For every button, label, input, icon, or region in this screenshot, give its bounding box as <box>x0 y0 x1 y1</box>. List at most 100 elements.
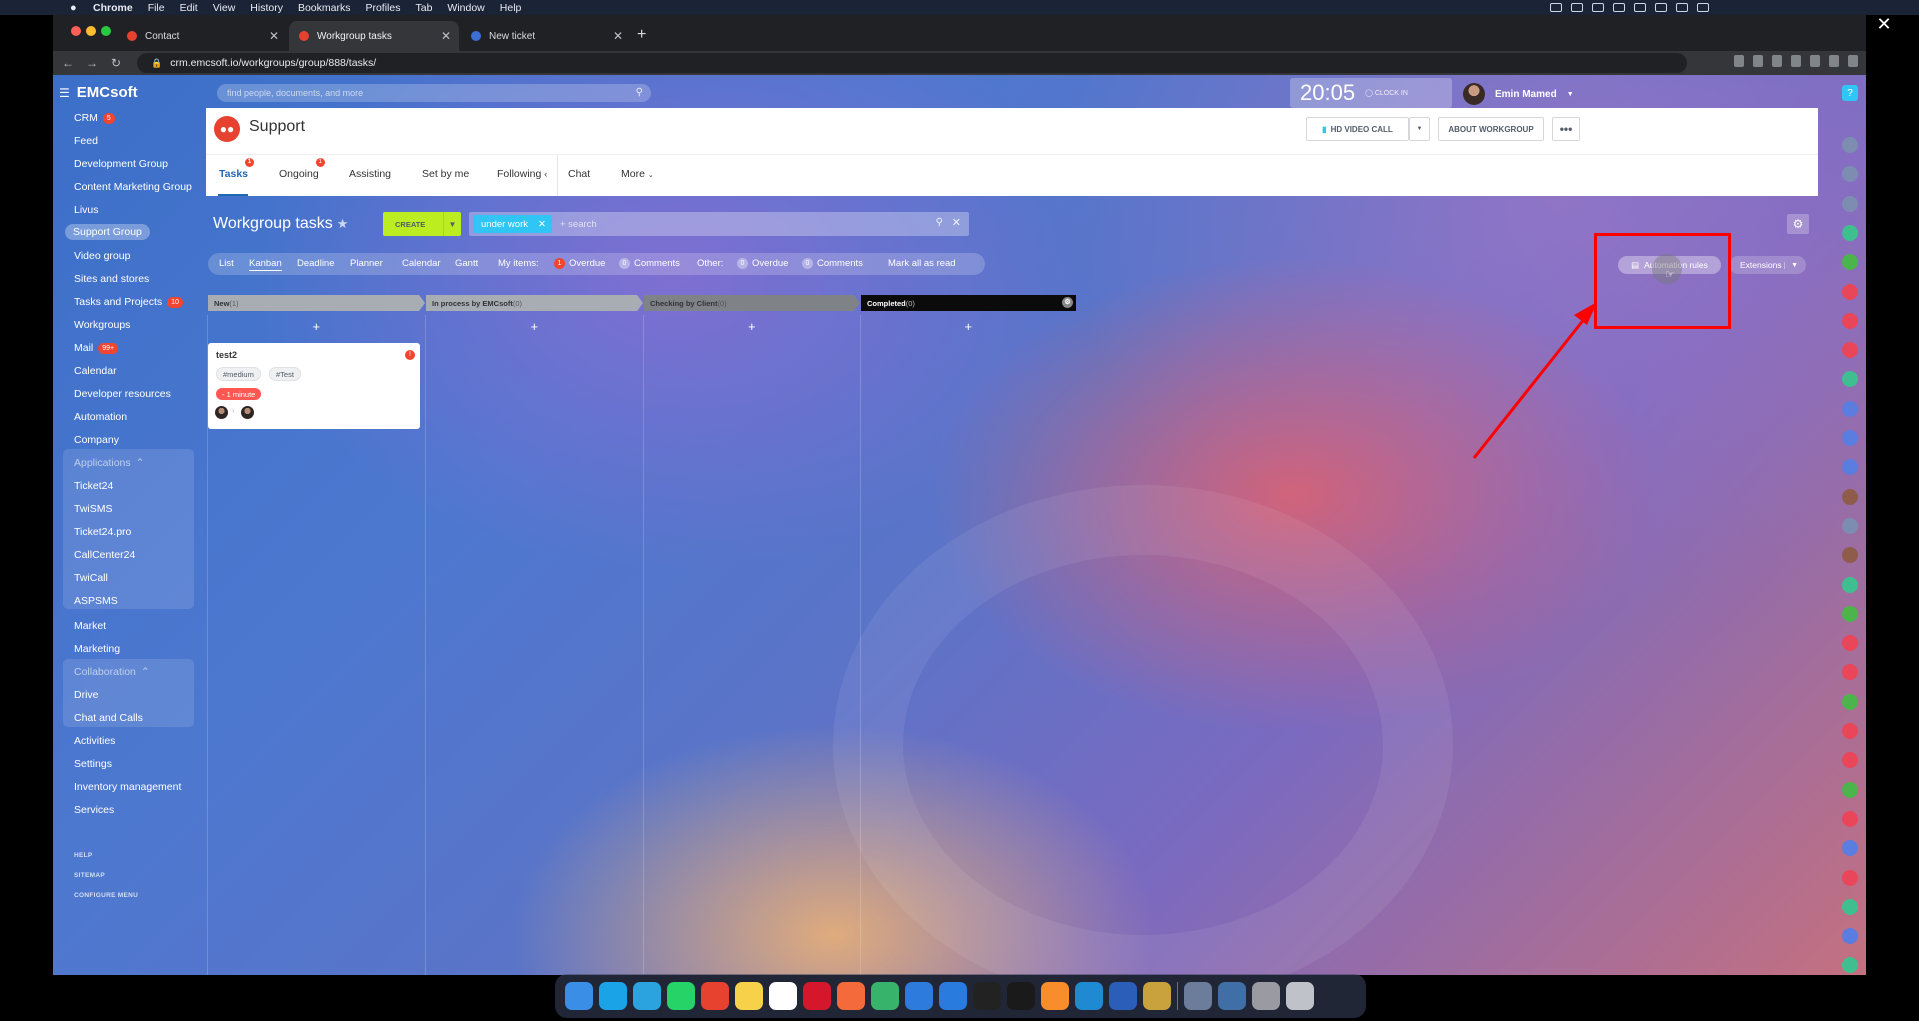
notification-icon[interactable] <box>1842 752 1858 769</box>
opera-icon[interactable] <box>803 982 831 1010</box>
menu-history[interactable]: History <box>250 2 283 14</box>
menu-item-services[interactable]: Services <box>74 804 114 816</box>
tab-more[interactable]: More ⌄ <box>621 168 654 180</box>
close-tab-icon[interactable]: ✕ <box>613 29 623 43</box>
notification-icon[interactable] <box>1842 840 1858 857</box>
sublime-icon[interactable] <box>1041 982 1069 1010</box>
tab-following[interactable]: Following ‹ <box>497 168 547 180</box>
video-call-dropdown[interactable]: ▼ <box>1409 117 1430 141</box>
notification-icon[interactable] <box>1842 371 1858 388</box>
settings-gear-button[interactable]: ⚙ <box>1787 214 1809 234</box>
notification-icon[interactable] <box>1842 693 1858 710</box>
menu-edit[interactable]: Edit <box>180 2 198 14</box>
notification-icon[interactable] <box>1842 283 1858 300</box>
kanban-column-header[interactable]: Checking by Client (0) <box>644 295 860 311</box>
view-calendar[interactable]: Calendar <box>402 258 441 269</box>
tab-tasks[interactable]: Tasks 1 <box>219 158 254 180</box>
user-menu[interactable]: Emin Mamed ▼ <box>1463 83 1574 105</box>
chevron-down-icon[interactable]: ▼ <box>1784 261 1798 269</box>
clear-filter-icon[interactable]: ✕ <box>952 216 961 229</box>
chrome-icon[interactable] <box>701 982 729 1010</box>
menu-item-tasks-projects[interactable]: Tasks and Projects 10 <box>74 296 183 308</box>
menu-help-link[interactable]: HELP <box>74 852 93 859</box>
add-task-icon[interactable]: + <box>531 319 539 334</box>
reload-icon[interactable]: ↻ <box>107 56 125 70</box>
mark-all-read-link[interactable]: Mark all as read <box>888 258 956 269</box>
menu-file[interactable]: File <box>148 2 165 14</box>
menu-item-twisms[interactable]: TwiSMS <box>74 503 113 515</box>
menu-item-developer-resources[interactable]: Developer resources <box>74 388 171 400</box>
menu-view[interactable]: View <box>213 2 236 14</box>
creator-avatar[interactable] <box>215 406 228 419</box>
my-comments-counter[interactable]: 0 Comments <box>619 258 680 269</box>
browser-tab-workgroup-tasks[interactable]: Workgroup tasks ✕ <box>289 21 459 51</box>
notification-icon[interactable] <box>1842 137 1858 153</box>
kanban-column-header[interactable]: In process by EMCsoft (0) <box>426 295 643 311</box>
whatsapp-icon[interactable] <box>667 982 695 1010</box>
search-icon[interactable]: ⚲ <box>936 217 943 228</box>
trash-icon[interactable] <box>1286 982 1314 1010</box>
close-window-icon[interactable] <box>71 26 81 36</box>
notification-icon[interactable] <box>1842 781 1858 798</box>
tab-ongoing[interactable]: Ongoing 1 <box>279 158 325 180</box>
responsible-avatar[interactable] <box>241 406 254 419</box>
browser-tab-new-ticket[interactable]: New ticket ✕ <box>461 21 631 51</box>
chevron-down-icon[interactable]: ▼ <box>443 212 461 236</box>
wifi-icon[interactable] <box>1697 3 1709 12</box>
zoom-window-icon[interactable] <box>101 26 111 36</box>
notification-icon[interactable] <box>1842 254 1858 271</box>
notification-icon[interactable] <box>1842 547 1858 564</box>
task-tag[interactable]: #Test <box>269 367 301 381</box>
status-icon[interactable] <box>1634 3 1646 12</box>
menu-item-crm[interactable]: CRM 5 <box>74 112 115 124</box>
menu-item-chat-calls[interactable]: Chat and Calls <box>74 712 143 724</box>
add-task-icon[interactable]: + <box>748 319 756 334</box>
close-tab-icon[interactable]: ✕ <box>441 29 451 43</box>
finder-icon[interactable] <box>565 982 593 1010</box>
more-options-button[interactable]: ••• <box>1552 117 1580 141</box>
menu-item-aspsms[interactable]: ASPSMS <box>74 595 118 607</box>
menu-item-automation[interactable]: Automation <box>74 411 127 423</box>
notification-icon[interactable] <box>1842 869 1858 886</box>
extensions-button[interactable]: Extensions ▼ <box>1729 256 1806 274</box>
menu-bookmarks[interactable]: Bookmarks <box>298 2 351 14</box>
sidebar-icon[interactable] <box>1810 55 1820 67</box>
menu-item-ticket24[interactable]: Ticket24 <box>74 480 113 492</box>
notification-icon[interactable] <box>1842 957 1858 974</box>
remove-chip-icon[interactable]: ✕ <box>538 219 546 230</box>
menu-item-inventory[interactable]: Inventory management <box>74 781 181 793</box>
view-gantt[interactable]: Gantt <box>455 258 478 269</box>
extension-icon[interactable] <box>1772 55 1782 67</box>
notes-icon[interactable] <box>735 982 763 1010</box>
notification-icon[interactable] <box>1842 195 1858 212</box>
close-tab-icon[interactable]: ✕ <box>269 29 279 43</box>
address-bar[interactable]: 🔒 crm.emcsoft.io/workgroups/group/888/ta… <box>137 53 1687 73</box>
menu-app-name[interactable]: Chrome <box>93 2 133 14</box>
menu-item-support-group[interactable]: Support Group <box>65 224 150 240</box>
help-button[interactable]: ? <box>1842 85 1858 101</box>
status-icon[interactable] <box>1550 3 1562 12</box>
portal-logo[interactable]: ☰ EMCsoft <box>59 84 138 101</box>
menu-sitemap-link[interactable]: SITEMAP <box>74 872 105 879</box>
add-task-icon[interactable]: + <box>965 319 973 334</box>
new-tab-icon[interactable]: + <box>637 26 646 44</box>
profile-icon[interactable] <box>1829 55 1839 67</box>
menu-item-drive[interactable]: Drive <box>74 689 99 701</box>
filter-chip[interactable]: under work ✕ <box>473 215 552 233</box>
browser-tab-contact[interactable]: Contact ✕ <box>117 21 287 51</box>
back-icon[interactable]: ← <box>59 56 77 70</box>
add-task-icon[interactable]: + <box>313 319 321 334</box>
menu-item-ticket24-pro[interactable]: Ticket24.pro <box>74 526 131 538</box>
lock-icon[interactable]: 🔒 <box>151 58 162 69</box>
status-icon[interactable] <box>1571 3 1583 12</box>
video-call-button[interactable]: ▮ HD VIDEO CALL <box>1306 117 1409 141</box>
menu-item-sites-stores[interactable]: Sites and stores <box>74 273 149 285</box>
app-icon[interactable] <box>1252 982 1280 1010</box>
task-tag[interactable]: #medium <box>216 367 261 381</box>
menu-configure-link[interactable]: CONFIGURE MENU <box>74 892 138 899</box>
puzzle-icon[interactable] <box>1791 55 1801 67</box>
about-workgroup-button[interactable]: ABOUT WORKGROUP <box>1438 117 1544 141</box>
menu-burger-icon[interactable]: ☰ <box>59 86 70 100</box>
menu-group-collaboration[interactable]: Collaboration ⌃ <box>74 666 150 678</box>
app-icon[interactable] <box>871 982 899 1010</box>
